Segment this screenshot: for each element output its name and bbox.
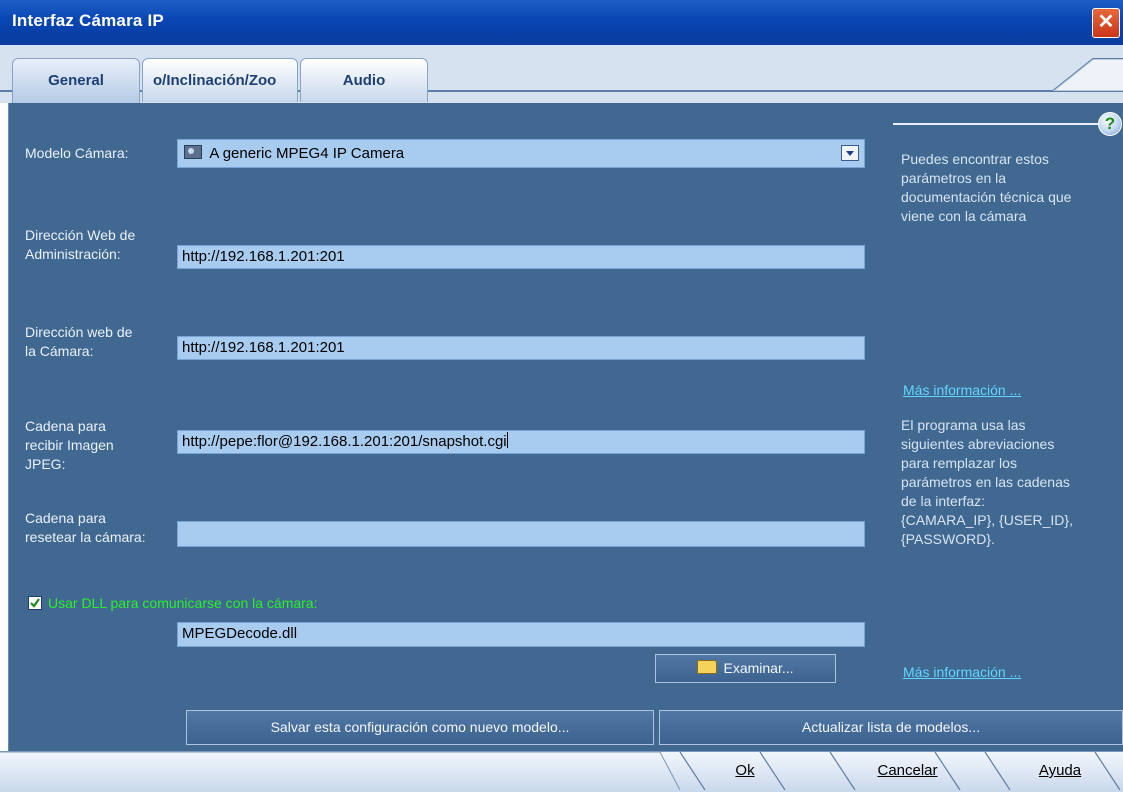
use-dll-checkbox[interactable]: [28, 596, 42, 610]
help-text-2-line: {CAMARA_IP}, {USER_ID},: [901, 512, 1073, 528]
jpeg-label-line1: Cadena para: [25, 418, 106, 434]
jpeg-string-field[interactable]: http://pepe:flor@192.168.1.201:201/snaps…: [177, 430, 865, 454]
more-info-link-1[interactable]: Más información ...: [903, 382, 1021, 398]
update-model-list-button[interactable]: Actualizar lista de modelos...: [659, 710, 1123, 745]
reset-string-field[interactable]: [177, 521, 865, 547]
jpeg-string-label: Cadena para recibir Imagen JPEG:: [25, 417, 114, 474]
tab-corner-decoration: [1053, 58, 1123, 91]
tab-pan-tilt-zoom-label: o/Inclinación/Zoo: [153, 72, 277, 89]
help-text-1-line: Puedes encontrar estos: [901, 151, 1049, 167]
chevron-down-icon[interactable]: [841, 145, 859, 161]
help-divider: [893, 123, 1100, 125]
checkmark-icon: [30, 598, 40, 608]
tab-general[interactable]: General: [12, 58, 140, 104]
browse-button[interactable]: Examinar...: [655, 654, 836, 683]
dll-file-field[interactable]: MPEGDecode.dll: [177, 622, 865, 647]
camera-model-value: A generic MPEG4 IP Camera: [209, 145, 405, 162]
tab-audio[interactable]: Audio: [300, 58, 428, 102]
help-button[interactable]: Ayuda: [1015, 755, 1105, 787]
help-text-2-line: para remplazar los: [901, 455, 1017, 471]
jpeg-label-line3: JPEG:: [25, 456, 66, 472]
browse-button-label: Examinar...: [723, 660, 794, 676]
camera-url-label-line1: Dirección web de: [25, 324, 133, 340]
camera-model-label: Modelo Cámara:: [25, 145, 129, 161]
help-text-2-line: de la interfaz:: [901, 493, 986, 509]
folder-icon: [697, 660, 718, 674]
help-text-1-line: viene con la cámara: [901, 208, 1027, 224]
camera-url-label: Dirección web de la Cámara:: [25, 323, 132, 361]
text-cursor: [506, 432, 508, 448]
use-dll-label[interactable]: Usar DLL para comunicarse con la cámara:: [48, 594, 318, 613]
help-text-1: Puedes encontrar estos parámetros en la …: [901, 150, 1071, 226]
ok-button[interactable]: Ok: [705, 755, 785, 787]
help-icon-glyph: ?: [1104, 114, 1116, 133]
admin-url-field[interactable]: http://192.168.1.201:201: [177, 245, 865, 269]
jpeg-label-line2: recibir Imagen: [25, 437, 114, 453]
tab-pan-tilt-zoom[interactable]: o/Inclinación/Zoo: [142, 58, 298, 102]
camera-url-field[interactable]: http://192.168.1.201:201: [177, 336, 865, 360]
save-model-button[interactable]: Salvar esta configuración como nuevo mod…: [186, 710, 654, 745]
close-icon: ✕: [1097, 11, 1115, 33]
help-text-2-line: siguientes abreviaciones: [901, 436, 1055, 452]
ok-button-label: Ok: [735, 762, 755, 779]
help-text-2-line: El programa usa las: [901, 417, 1026, 433]
tab-general-label: General: [48, 72, 104, 89]
cancel-button[interactable]: Cancelar: [855, 755, 960, 787]
title-bar: Interfaz Cámara IP ✕: [0, 0, 1123, 45]
jpeg-string-value: http://pepe:flor@192.168.1.201:201/snaps…: [182, 433, 507, 450]
camera-model-select[interactable]: A generic MPEG4 IP Camera: [177, 139, 865, 168]
help-icon[interactable]: ?: [1098, 112, 1122, 136]
tab-audio-label: Audio: [342, 72, 386, 89]
reset-label-line2: resetear la cámara:: [25, 529, 146, 545]
cancel-button-label: Cancelar: [877, 762, 938, 779]
close-button[interactable]: ✕: [1092, 8, 1120, 38]
reset-label-line1: Cadena para: [25, 510, 106, 526]
help-text-2-line: parámetros en las cadenas: [901, 474, 1070, 490]
help-text-1-line: parámetros en la: [901, 170, 1007, 186]
help-text-1-line: documentación técnica que: [901, 189, 1072, 205]
window-title: Interfaz Cámara IP: [12, 11, 164, 30]
admin-url-label-line2: Administración:: [25, 246, 121, 262]
more-info-link-2[interactable]: Más información ...: [903, 664, 1021, 680]
help-button-label: Ayuda: [1038, 762, 1082, 779]
admin-url-label-line1: Dirección Web de: [25, 227, 136, 243]
reset-string-label: Cadena para resetear la cámara:: [25, 509, 146, 547]
camera-url-label-line2: la Cámara:: [25, 343, 94, 359]
camera-icon: [184, 145, 202, 159]
admin-url-label: Dirección Web de Administración:: [25, 226, 135, 264]
help-text-2-line: {PASSWORD}.: [901, 531, 995, 547]
help-text-2: El programa usa las siguientes abreviaci…: [901, 416, 1073, 549]
